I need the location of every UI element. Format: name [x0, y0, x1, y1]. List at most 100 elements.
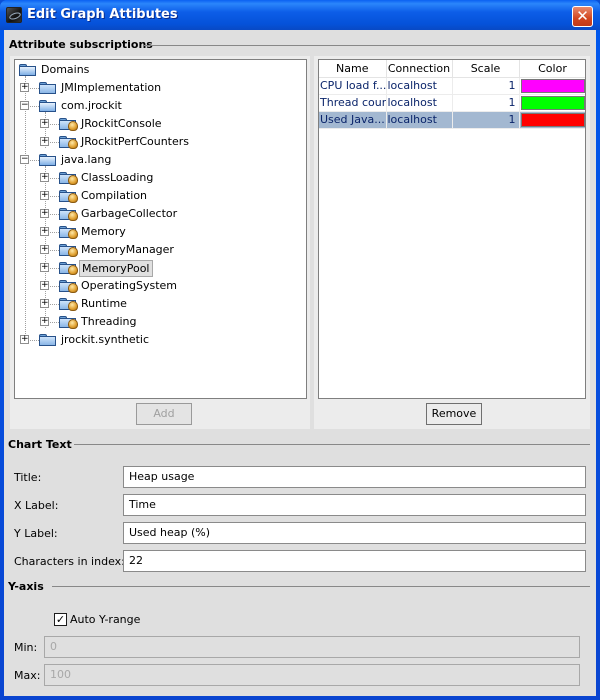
tree-node[interactable]: + JRockitPerfCounters	[15, 133, 305, 151]
x-label-input[interactable]: Time	[123, 494, 586, 516]
tree-node[interactable]: + JRockitConsole	[15, 115, 305, 133]
mbean-icon	[59, 243, 78, 257]
tree-node-label[interactable]: JRockitConsole	[79, 116, 164, 131]
cell-name[interactable]: CPU load f...	[319, 77, 387, 95]
expand-icon[interactable]: +	[40, 227, 49, 236]
auto-y-range-label[interactable]: Auto Y-range	[70, 613, 140, 626]
cell-name[interactable]: Thread count	[319, 94, 387, 112]
tree-node-label[interactable]: java.lang	[59, 152, 113, 167]
mbean-icon	[59, 207, 78, 221]
expand-icon[interactable]: +	[40, 191, 49, 200]
tree-node[interactable]: + MemoryManager	[15, 241, 305, 259]
tree-node[interactable]: − com.jrockit	[15, 97, 305, 115]
tree-node[interactable]: + jrockit.synthetic	[15, 331, 305, 349]
expand-icon[interactable]: +	[20, 335, 29, 344]
auto-y-range-checkbox[interactable]: ✓	[54, 613, 67, 626]
expand-icon[interactable]: +	[40, 299, 49, 308]
cell-connection[interactable]: localhost	[386, 111, 453, 129]
tree-node[interactable]: + ClassLoading	[15, 169, 305, 187]
tree-node[interactable]: + Threading	[15, 313, 305, 331]
x-label-label: X Label:	[14, 499, 59, 512]
tree-node[interactable]: Domains	[15, 61, 305, 79]
close-button[interactable]: ✕	[572, 6, 593, 27]
mbean-icon	[59, 279, 78, 293]
tree-node-label[interactable]: MemoryManager	[79, 242, 176, 257]
min-input[interactable]: 0	[44, 636, 580, 658]
expand-icon[interactable]: +	[40, 137, 49, 146]
tree-node-label[interactable]: MemoryPool	[79, 260, 153, 277]
remove-button[interactable]: Remove	[426, 403, 482, 425]
mbean-tree[interactable]: Domains + JMImplementation − com.jrockit + JRo…	[14, 59, 307, 399]
folder-icon	[39, 333, 56, 346]
cell-color[interactable]	[519, 111, 585, 129]
title-input[interactable]: Heap usage	[123, 466, 586, 488]
folder-icon	[39, 81, 56, 94]
mbean-icon	[59, 117, 78, 131]
max-label: Max:	[14, 669, 41, 682]
y-label-label: Y Label:	[14, 527, 58, 540]
tree-node-label[interactable]: JRockitPerfCounters	[79, 134, 191, 149]
tree-node[interactable]: + Compilation	[15, 187, 305, 205]
cell-name[interactable]: Used Java...	[319, 111, 387, 129]
max-input[interactable]: 100	[44, 664, 580, 686]
color-swatch[interactable]	[520, 78, 585, 93]
expand-icon[interactable]: +	[40, 173, 49, 182]
tree-node-label[interactable]: Compilation	[79, 188, 149, 203]
tree-node[interactable]: − java.lang	[15, 151, 305, 169]
column-header-scale[interactable]: Scale	[452, 60, 520, 78]
table-row[interactable]: Thread count localhost 1	[319, 94, 585, 112]
cell-scale[interactable]: 1	[452, 94, 520, 112]
cell-color[interactable]	[519, 94, 585, 112]
cell-color[interactable]	[519, 77, 585, 95]
table-row[interactable]: Used Java... localhost 1	[319, 111, 585, 129]
y-axis-header: Y-axis	[8, 580, 44, 593]
folder-icon	[39, 99, 56, 112]
section-divider	[74, 444, 590, 445]
expand-icon[interactable]: +	[40, 209, 49, 218]
tree-node-label[interactable]: jrockit.synthetic	[59, 332, 151, 347]
dialog-content: Attribute subscriptions Domains + JMImplem…	[4, 30, 596, 696]
chart-text-header: Chart Text	[8, 438, 72, 451]
y-label-input[interactable]: Used heap (%)	[123, 522, 586, 544]
column-header-connection[interactable]: Connection	[386, 60, 453, 78]
add-button[interactable]: Add	[136, 403, 192, 425]
tree-node-label[interactable]: JMImplementation	[59, 80, 163, 95]
column-header-color[interactable]: Color	[519, 60, 585, 78]
tree-node-label[interactable]: Threading	[79, 314, 138, 329]
color-swatch[interactable]	[520, 112, 585, 127]
tree-node-label[interactable]: ClassLoading	[79, 170, 155, 185]
cell-connection[interactable]: localhost	[386, 77, 453, 95]
min-label: Min:	[14, 641, 38, 654]
expand-icon[interactable]: +	[40, 317, 49, 326]
mbean-icon	[59, 225, 78, 239]
mbean-icon	[59, 189, 78, 203]
collapse-icon[interactable]: −	[20, 155, 29, 164]
expand-icon[interactable]: +	[20, 83, 29, 92]
table-row[interactable]: CPU load f... localhost 1	[319, 77, 585, 95]
app-icon	[6, 7, 22, 23]
tree-node-label[interactable]: Runtime	[79, 296, 129, 311]
tree-node[interactable]: + GarbageCollector	[15, 205, 305, 223]
collapse-icon[interactable]: −	[20, 101, 29, 110]
title-bar[interactable]: Edit Graph Attibutes ✕	[0, 0, 600, 30]
cell-scale[interactable]: 1	[452, 111, 520, 129]
tree-node[interactable]: + JMImplementation	[15, 79, 305, 97]
characters-in-index-input[interactable]: 22	[123, 550, 586, 572]
column-header-name[interactable]: Name	[319, 60, 387, 78]
tree-node[interactable]: + MemoryPool	[15, 259, 305, 277]
color-swatch[interactable]	[520, 95, 585, 110]
cell-scale[interactable]: 1	[452, 77, 520, 95]
expand-icon[interactable]: +	[40, 281, 49, 290]
tree-node-label[interactable]: Domains	[39, 62, 91, 77]
tree-node-label[interactable]: GarbageCollector	[79, 206, 179, 221]
tree-node-label[interactable]: com.jrockit	[59, 98, 124, 113]
cell-connection[interactable]: localhost	[386, 94, 453, 112]
tree-node[interactable]: + Memory	[15, 223, 305, 241]
tree-node-label[interactable]: Memory	[79, 224, 128, 239]
tree-node[interactable]: + OperatingSystem	[15, 277, 305, 295]
tree-node-label[interactable]: OperatingSystem	[79, 278, 179, 293]
expand-icon[interactable]: +	[40, 263, 49, 272]
expand-icon[interactable]: +	[40, 245, 49, 254]
tree-node[interactable]: + Runtime	[15, 295, 305, 313]
expand-icon[interactable]: +	[40, 119, 49, 128]
